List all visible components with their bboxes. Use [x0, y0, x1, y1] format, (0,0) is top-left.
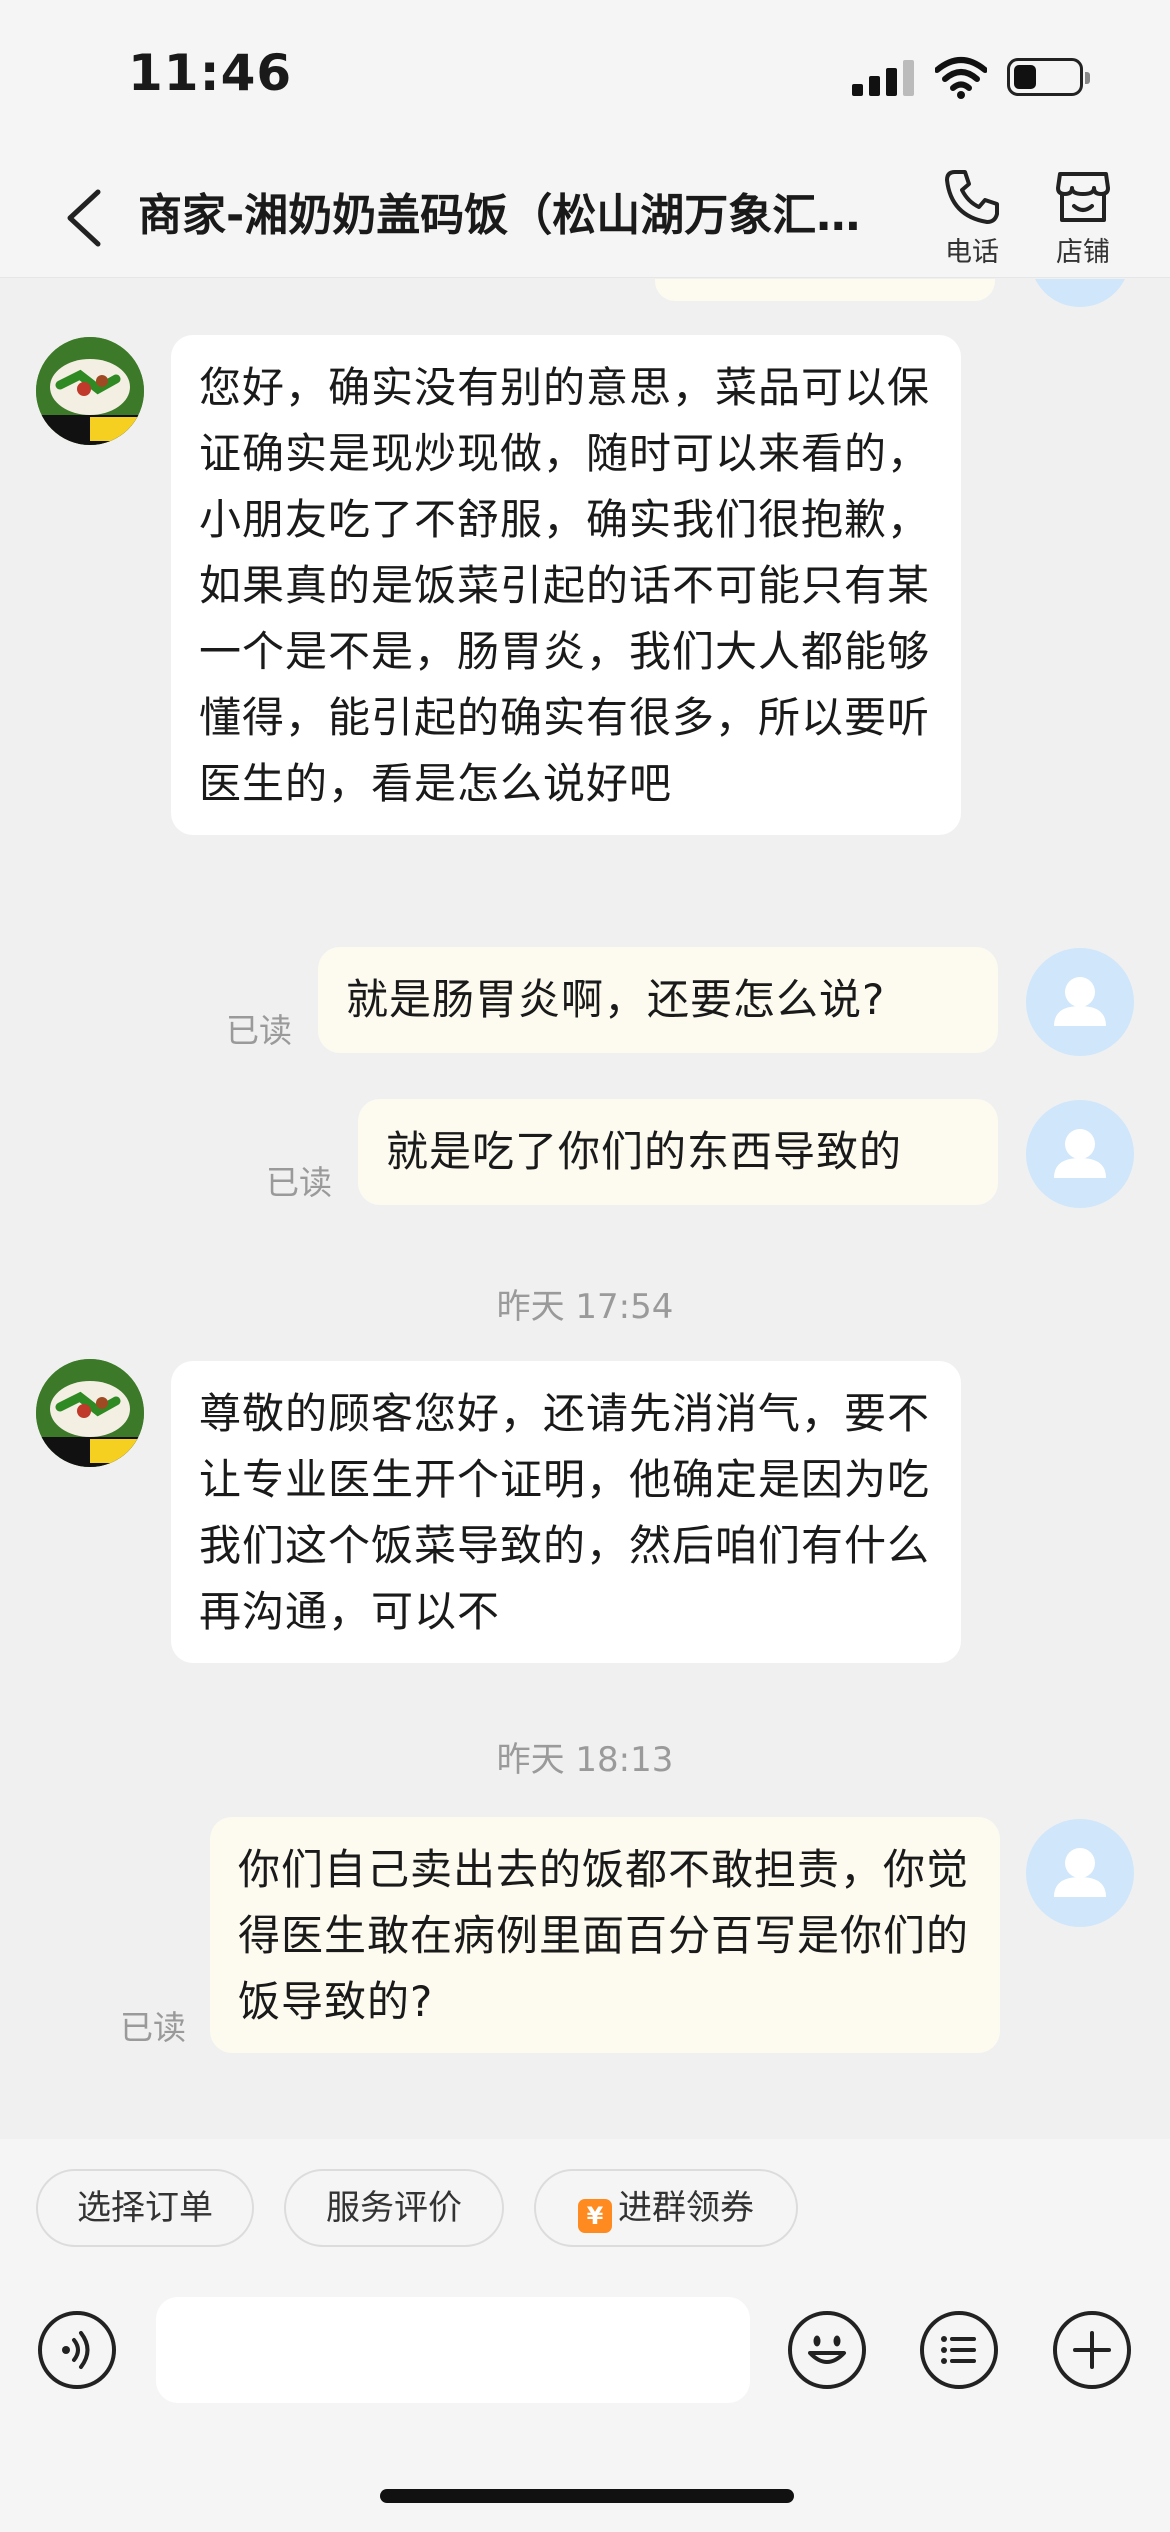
- phone-button[interactable]: 电话: [922, 166, 1022, 272]
- voice-icon: [62, 2331, 90, 2369]
- phone-label: 电话: [945, 237, 999, 268]
- chat-header: 商家-湘奶奶盖码饭（松山湖万象汇… 电话 店铺: [0, 160, 1170, 278]
- emoji-icon: [808, 2335, 846, 2364]
- user-avatar: [1030, 279, 1130, 307]
- shop-label: 店铺: [1056, 237, 1110, 268]
- message-bubble: 尊敬的顾客您好，还请先消消气，要不让专业医生开个证明，他确定是因为吃我们这个饭菜…: [171, 1361, 961, 1663]
- user-avatar[interactable]: [1026, 948, 1134, 1056]
- shop-icon: [1056, 172, 1110, 222]
- food-thumbnail-icon: [36, 337, 144, 445]
- signal-icon: [852, 60, 914, 96]
- chat-area[interactable]: 您好，确实没有别的意思，菜品可以保证确实是现炒现做，随时可以来看的，小朋友吃了不…: [0, 279, 1170, 2139]
- read-status: 已读: [226, 1011, 292, 1050]
- user-avatar[interactable]: [1026, 1100, 1134, 1208]
- message-bubble: 就是吃了你们的东西导致的: [358, 1099, 998, 1205]
- service-review-button[interactable]: 服务评价: [284, 2169, 504, 2247]
- shop-button[interactable]: 店铺: [1033, 166, 1133, 272]
- battery-icon: [1007, 58, 1090, 96]
- phone-icon: [945, 170, 999, 224]
- menu-button[interactable]: [920, 2311, 998, 2389]
- join-group-coupon-button[interactable]: ¥ 进群领券: [534, 2169, 798, 2247]
- coupon-icon: ¥: [578, 2199, 612, 2233]
- home-indicator: [380, 2489, 794, 2503]
- food-thumbnail-icon: [36, 1359, 144, 1467]
- emoji-button[interactable]: [788, 2311, 866, 2389]
- message-bubble: 您好，确实没有别的意思，菜品可以保证确实是现炒现做，随时可以来看的，小朋友吃了不…: [171, 335, 961, 835]
- shop-avatar[interactable]: [36, 337, 144, 445]
- status-time: 11:46: [128, 44, 293, 102]
- read-status: 已读: [266, 1163, 332, 1202]
- person-icon: [1054, 977, 1106, 1026]
- bottom-bar: 选择订单 服务评价 ¥ 进群领券: [0, 2139, 1170, 2532]
- message-bubble: 你们自己卖出去的饭都不敢担责，你觉得医生敢在病例里面百分百写是你们的饭导致的?: [210, 1817, 1000, 2053]
- plus-icon: [1073, 2331, 1111, 2369]
- person-icon: [1054, 1848, 1106, 1897]
- wifi-icon: [935, 57, 987, 99]
- partial-message-bubble: [655, 279, 995, 301]
- back-arrow-icon[interactable]: [56, 180, 112, 256]
- status-bar: 11:46: [0, 0, 1170, 160]
- list-icon: [941, 2336, 976, 2364]
- voice-button[interactable]: [38, 2311, 116, 2389]
- join-group-coupon-label: 进群领券: [618, 2188, 754, 2228]
- message-timestamp: 昨天 17:54: [496, 1287, 674, 1327]
- message-bubble: 就是肠胃炎啊，还要怎么说?: [318, 947, 998, 1053]
- shop-avatar[interactable]: [36, 1359, 144, 1467]
- chat-title: 商家-湘奶奶盖码饭（松山湖万象汇…: [138, 190, 861, 241]
- user-avatar[interactable]: [1026, 1819, 1134, 1927]
- message-input[interactable]: [156, 2297, 750, 2403]
- select-order-button[interactable]: 选择订单: [36, 2169, 254, 2247]
- message-timestamp: 昨天 18:13: [496, 1740, 674, 1780]
- read-status: 已读: [120, 2008, 186, 2047]
- add-button[interactable]: [1053, 2311, 1131, 2389]
- person-icon: [1054, 1129, 1106, 1178]
